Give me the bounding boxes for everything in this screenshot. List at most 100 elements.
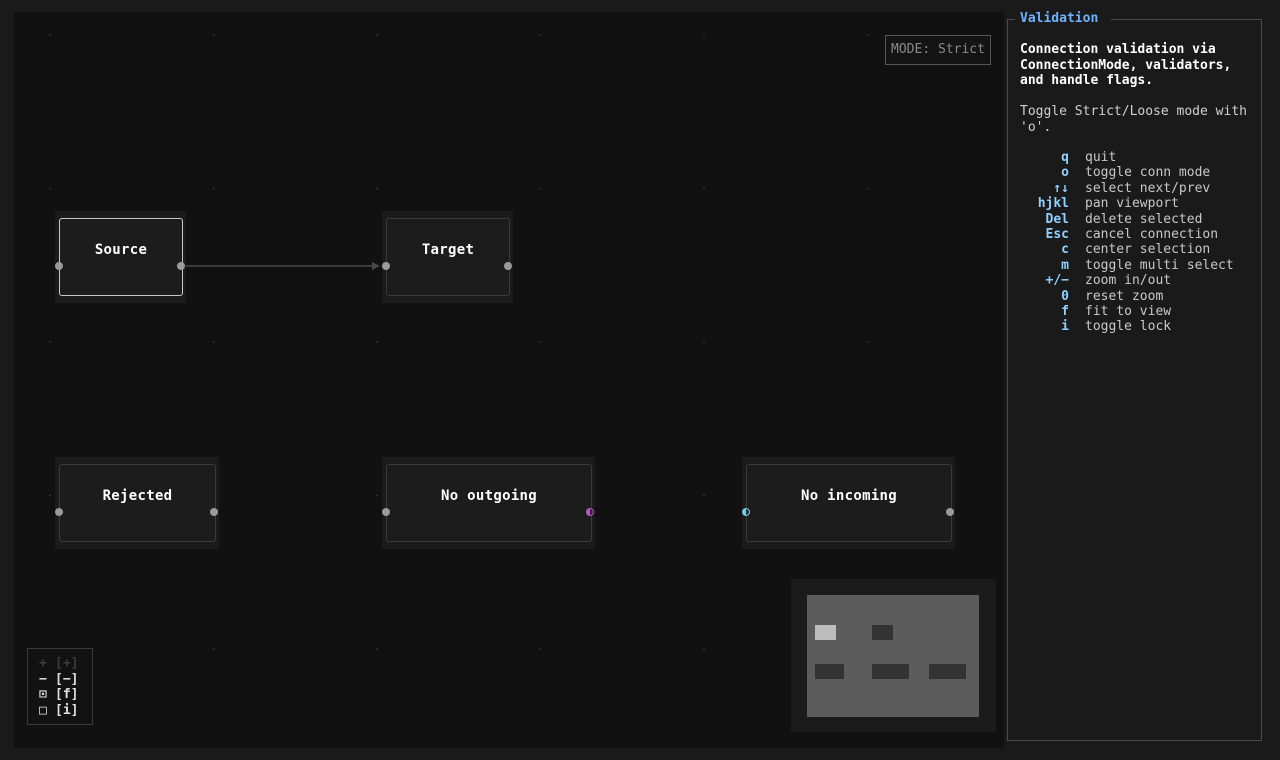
key-description: quit (1085, 150, 1117, 165)
grid-dot (866, 34, 869, 36)
grid-dot (212, 187, 215, 190)
node-no-outgoing-target-handle[interactable] (382, 508, 390, 516)
keybinding-row: o toggle conn mode (1020, 165, 1260, 180)
keybinding-row: i toggle lock (1020, 319, 1260, 334)
minimap-node (929, 664, 966, 679)
keybinding-row: f fit to view (1020, 304, 1260, 319)
validation-panel: Validation Connection validation via Con… (1007, 10, 1262, 741)
grid-dot (212, 341, 215, 343)
fit-view-button[interactable]: ⊡ [f] (39, 687, 92, 703)
key: ↑↓ (1053, 180, 1069, 196)
grid-dot (703, 648, 705, 650)
key-description: pan viewport (1085, 196, 1179, 212)
grid-dot (866, 187, 869, 190)
grid-dot (49, 341, 51, 343)
grid-dot (703, 341, 705, 343)
node-label: Source (94, 242, 148, 258)
keybinding-list: q quit o toggle conn mode ↑↓ select next/pr… (1020, 150, 1260, 335)
key: o (1061, 165, 1069, 181)
key: c (1061, 242, 1069, 258)
fit-view-icon: ⊡ (39, 687, 47, 702)
flow-canvas[interactable]: Source Target Rejected No outgoing No in… (14, 12, 1004, 748)
grid-dot (376, 341, 378, 343)
minimap-node (815, 664, 844, 679)
zoom-in-label: [+] (55, 656, 79, 671)
key-description: toggle lock (1085, 319, 1172, 335)
grid-dot (376, 494, 378, 497)
grid-dot (703, 494, 705, 497)
node-target[interactable]: Target (386, 218, 510, 296)
minimap[interactable] (791, 579, 996, 732)
panel-hint: Toggle Strict/Loose mode with 'o'. (1020, 104, 1247, 135)
node-source-source-handle[interactable] (177, 262, 185, 270)
keybinding-row: Del delete selected (1020, 212, 1260, 227)
key: Esc (1045, 227, 1069, 243)
lock-box-icon: □ (39, 702, 47, 718)
keybinding-row: q quit (1020, 150, 1260, 165)
keybinding-row: c center selection (1020, 242, 1260, 257)
minimap-node (872, 625, 893, 640)
node-target-target-handle[interactable] (382, 262, 390, 270)
node-no-outgoing[interactable]: No outgoing (386, 464, 592, 542)
key: 0 (1061, 288, 1069, 304)
node-no-incoming-disabled-target-handle[interactable] (742, 508, 750, 516)
keybinding-row: Esc cancel connection (1020, 227, 1260, 242)
toggle-lock-label: [i] (55, 702, 79, 718)
panel-description: Connection validation via ConnectionMode… (1020, 42, 1232, 88)
key-description: select next/prev (1085, 180, 1211, 196)
plus-icon: + (39, 656, 47, 671)
grid-dot (866, 341, 869, 343)
panel-border (1111, 19, 1261, 20)
key-description: fit to view (1085, 304, 1172, 320)
grid-dot (49, 34, 51, 36)
grid-dot (212, 34, 215, 36)
keybinding-row: m toggle multi select (1020, 258, 1260, 273)
node-no-outgoing-disabled-source-handle[interactable] (586, 508, 594, 516)
key-description: reset zoom (1085, 288, 1164, 304)
key: i (1061, 319, 1069, 335)
key-description: toggle conn mode (1085, 165, 1211, 181)
key-description: cancel connection (1085, 227, 1219, 243)
node-no-incoming-source-handle[interactable] (946, 508, 954, 516)
minimap-viewport[interactable] (807, 595, 979, 717)
key-description: toggle multi select (1085, 257, 1234, 273)
node-rejected-source-handle[interactable] (210, 508, 218, 516)
key-description: delete selected (1085, 211, 1203, 227)
key: m (1061, 257, 1069, 273)
panel-title: Validation (1020, 10, 1101, 28)
minimap-node (872, 664, 909, 679)
grid-dot (376, 648, 378, 650)
zoom-out-label: [−] (55, 671, 79, 687)
toggle-lock-button[interactable]: □ [i] (39, 703, 92, 719)
keybinding-row: ↑↓ select next/prev (1020, 181, 1260, 196)
node-source[interactable]: Source (59, 218, 183, 296)
grid-dot (212, 648, 215, 650)
node-target-source-handle[interactable] (504, 262, 512, 270)
zoom-out-button[interactable]: − [−] (39, 672, 92, 688)
grid-dot (49, 494, 51, 497)
node-label: Rejected (102, 488, 173, 504)
connection-mode-badge: MODE: Strict (885, 35, 991, 65)
node-source-target-handle[interactable] (55, 262, 63, 270)
panel-border (1008, 19, 1015, 20)
zoom-in-button[interactable]: + [+] (39, 656, 92, 672)
grid-dot (539, 648, 542, 650)
key: +/− (1045, 273, 1069, 289)
key: Del (1045, 211, 1069, 227)
keybinding-row: hjkl pan viewport (1020, 196, 1260, 211)
grid-dot (539, 34, 542, 36)
key: q (1061, 150, 1069, 165)
node-label: No incoming (800, 488, 898, 504)
node-label: Target (421, 242, 475, 258)
grid-dot (376, 187, 378, 190)
grid-dot (539, 187, 542, 190)
flow-editor-app: Source Target Rejected No outgoing No in… (0, 0, 1280, 760)
node-rejected[interactable]: Rejected (59, 464, 216, 542)
node-rejected-target-handle[interactable] (55, 508, 63, 516)
key-description: center selection (1085, 242, 1211, 258)
grid-dot (376, 34, 378, 36)
node-no-incoming[interactable]: No incoming (746, 464, 952, 542)
keybinding-row: 0 reset zoom (1020, 289, 1260, 304)
keybinding-row: +/− zoom in/out (1020, 273, 1260, 288)
key: hjkl (1037, 196, 1069, 212)
